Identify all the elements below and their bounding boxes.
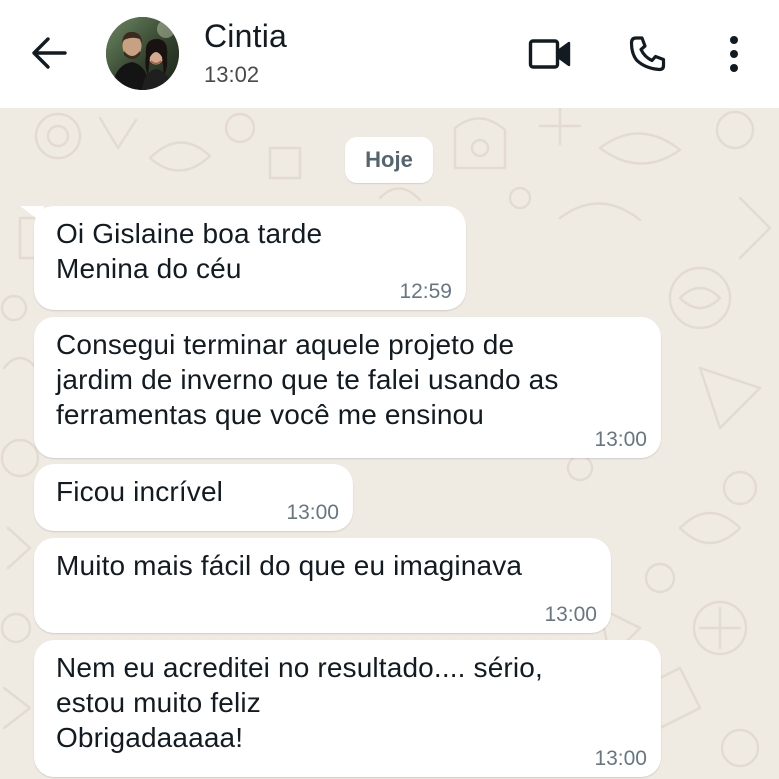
more-vertical-icon [730,36,738,72]
more-options-button[interactable] [712,28,756,80]
message-time: 13:00 [544,603,597,626]
chat-screen: Cintia 13:02 Hoje Oi Gislaine boa tarde … [0,0,779,779]
voice-call-button[interactable] [620,28,674,80]
video-camera-icon [528,39,571,69]
date-separator: Hoje [345,137,433,183]
avatar[interactable] [106,17,179,90]
message-bubble[interactable]: Muito mais fácil do que eu imaginava 13:… [34,538,611,633]
message-bubble[interactable]: Nem eu acreditei no resultado.... sério,… [34,640,661,777]
phone-icon [629,36,666,72]
message-time: 13:00 [594,428,647,451]
message-text: Muito mais fácil do que eu imaginava [56,550,523,581]
message-bubble[interactable]: Ficou incrível 13:00 [34,464,353,531]
message-text: Oi Gislaine boa tarde Menina do céu [56,218,323,284]
message-text: Nem eu acreditei no resultado.... sério,… [56,652,543,753]
video-call-button[interactable] [522,28,578,80]
contact-last-seen: 13:02 [204,62,260,87]
message-time: 13:00 [286,501,339,524]
message-bubble[interactable]: Consegui terminar aquele projeto de jard… [34,317,661,458]
message-time: 12:59 [399,280,452,303]
message-text: Consegui terminar aquele projeto de jard… [56,329,559,430]
chat-header: Cintia 13:02 [0,0,779,108]
back-button[interactable] [26,30,72,76]
contact-photo [106,17,179,90]
contact-name[interactable]: Cintia [204,16,287,56]
message-bubble[interactable]: Oi Gislaine boa tarde Menina do céu 12:5… [20,206,466,310]
message-time: 13:00 [594,747,647,770]
arrow-left-icon [32,37,67,69]
message-list[interactable]: Hoje Oi Gislaine boa tarde Menina do céu… [0,108,779,779]
